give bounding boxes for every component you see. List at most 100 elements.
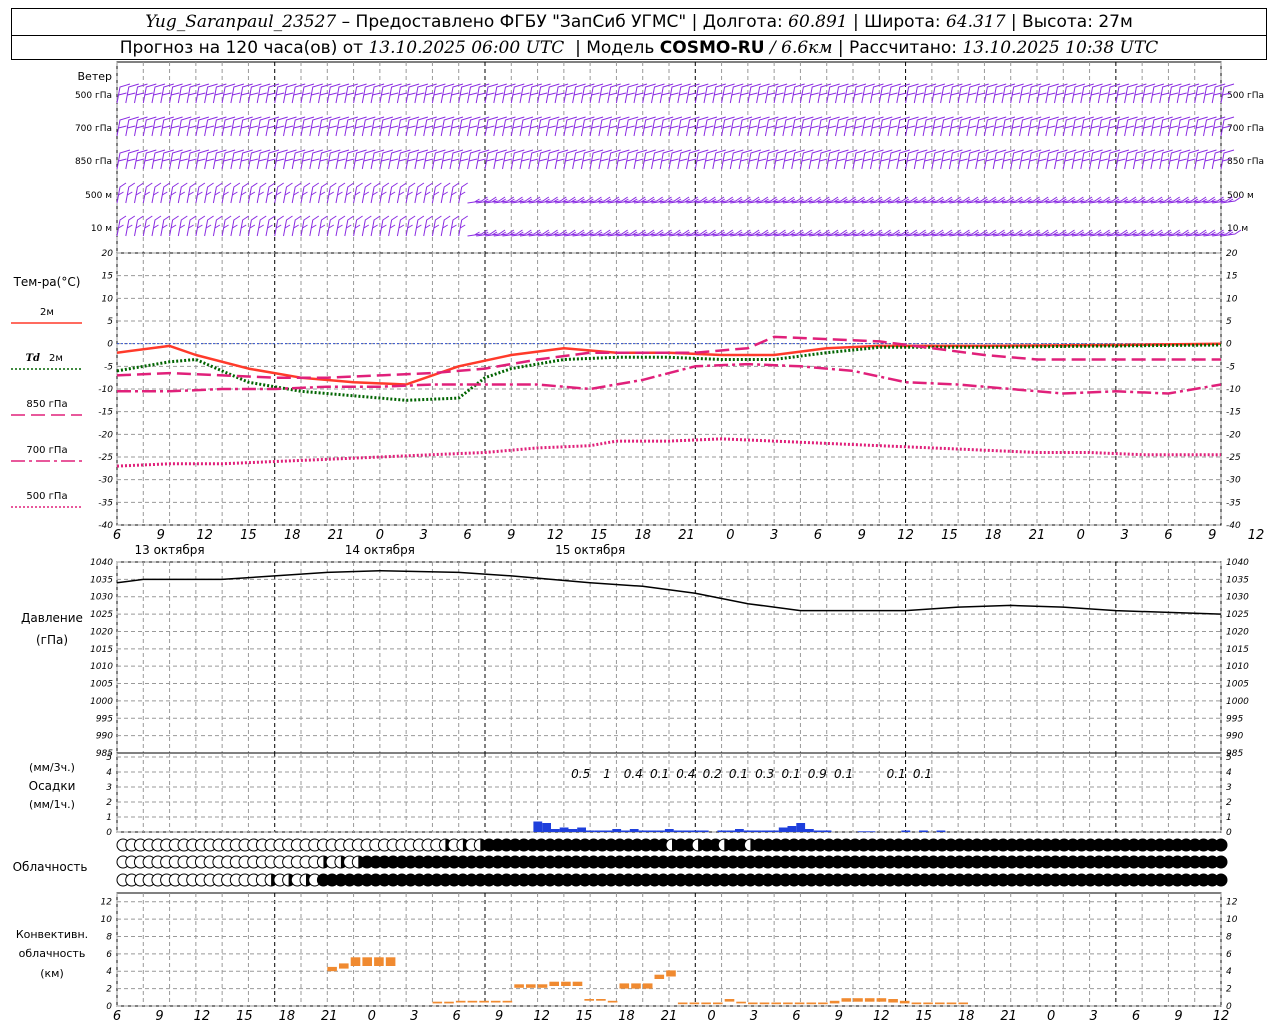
wind-barb: [1203, 149, 1217, 170]
convective-bar: [455, 1000, 466, 1003]
convective-tick-left: 4: [106, 967, 112, 977]
wind-barb: [931, 83, 946, 104]
precipitation-bar: [568, 829, 578, 832]
wind-barb: [563, 149, 578, 170]
wind-barb: [221, 182, 232, 204]
wind-barb: [379, 83, 394, 104]
convective-bar: [724, 999, 735, 1002]
convective-title-2: облачность: [19, 947, 86, 960]
wind-barb: [151, 215, 162, 237]
temperature-tick-left: -15: [98, 408, 113, 418]
convective-bar: [561, 981, 571, 986]
wind-barb: [212, 215, 223, 237]
wind-barb: [764, 83, 779, 104]
precipitation-bar: [603, 830, 613, 832]
wind-barb: [265, 215, 276, 237]
convective-bar: [619, 983, 630, 989]
bottom-time-tick-label: 12: [873, 1009, 890, 1024]
time-tick-label: 12: [196, 528, 213, 543]
convective-bar: [374, 957, 384, 966]
pressure-tick-right: 1035: [1226, 575, 1249, 585]
time-tick-label: 9: [858, 528, 866, 543]
pressure-tick-right: 995: [1226, 714, 1243, 724]
convective-bar: [502, 1000, 513, 1003]
pressure-tick-left: 1020: [90, 627, 113, 637]
wind-barb: [467, 83, 481, 104]
precipitation-bar: [621, 830, 630, 832]
wind-barb: [423, 149, 437, 170]
wind-barb: [247, 182, 258, 204]
convective-bar: [654, 974, 665, 979]
wind-barb: [283, 83, 297, 104]
convective-bar: [526, 984, 536, 988]
convective-bar: [444, 1001, 454, 1004]
convective-bar: [935, 1002, 945, 1005]
wind-barb: [747, 116, 762, 137]
time-tick-label: 6: [113, 528, 121, 543]
bottom-time-tick-label: 9: [1174, 1009, 1182, 1024]
temperature-tick-right: -40: [1226, 521, 1241, 531]
precipitation-amount-label: 0.3: [755, 767, 774, 781]
wind-barb: [212, 182, 223, 204]
precipitation-amount-label: 0.9: [808, 767, 827, 781]
wind-barb: [1045, 83, 1059, 104]
wind-barb: [931, 116, 946, 137]
time-tick-label: 15: [240, 528, 257, 543]
temperature-tick-left: 15: [102, 272, 114, 282]
wind-barb: [274, 215, 284, 237]
wind-barb: [721, 116, 735, 137]
bottom-time-tick-label: 18: [279, 1009, 296, 1024]
wind-barb: [651, 83, 665, 104]
wind-barb: [169, 116, 183, 137]
wind-barb: [1132, 83, 1147, 104]
wind-barb: [221, 215, 232, 237]
precipitation-bar: [770, 830, 779, 832]
wind-barb: [239, 149, 253, 170]
wind-barb: [905, 116, 919, 137]
convective-tick-left: 2: [106, 985, 112, 995]
bottom-time-tick-label: 6: [113, 1009, 121, 1024]
wind-barb: [1019, 149, 1033, 170]
wind-level-label-right: 500 гПа: [1227, 91, 1264, 101]
time-tick-label: 6: [463, 528, 471, 543]
time-tick-label: 18: [985, 528, 1002, 543]
wind-level-label-right: 850 гПа: [1227, 157, 1264, 167]
wind-barb: [607, 83, 621, 104]
wind-barb: [283, 116, 297, 137]
temperature-tick-left: 20: [102, 249, 114, 259]
convective-bar: [748, 1002, 758, 1005]
wind-barb: [195, 182, 206, 204]
wind-barb: [449, 149, 464, 170]
wind-barb: [160, 182, 171, 204]
temperature-legend-label: 2м: [40, 307, 54, 318]
wind-barb: [905, 83, 919, 104]
convective-tick-left: 0: [106, 1002, 112, 1012]
wind-barb: [335, 215, 346, 237]
convective-bar: [584, 999, 594, 1001]
time-tick-label: 21: [678, 528, 695, 543]
wind-barb: [1062, 116, 1077, 137]
wind-barb: [537, 149, 551, 170]
temperature-tick-right: 20: [1226, 249, 1238, 259]
wind-barb: [291, 215, 302, 237]
wind-barb: [423, 182, 433, 204]
precipitation-bar: [796, 823, 806, 832]
wind-barb: [177, 182, 188, 204]
temperature-tick-left: -35: [98, 498, 113, 508]
convective-bar: [958, 1002, 968, 1005]
wind-barb: [379, 116, 394, 137]
wind-barb: [1001, 149, 1016, 170]
day-label: 14 октября: [345, 543, 415, 557]
wind-barb: [405, 182, 416, 204]
wind-barb: [563, 116, 578, 137]
convective-bar: [806, 1002, 817, 1005]
wind-barb: [344, 182, 355, 204]
wind-barb: [125, 83, 139, 104]
precipitation-bar: [629, 829, 639, 832]
convective-tick-right: 6: [1226, 950, 1232, 960]
wind-barb: [256, 182, 267, 204]
convective-bar: [759, 1002, 770, 1005]
convective-bar: [818, 1002, 828, 1005]
precipitation-bar: [805, 829, 814, 832]
wind-barb: [309, 182, 320, 204]
